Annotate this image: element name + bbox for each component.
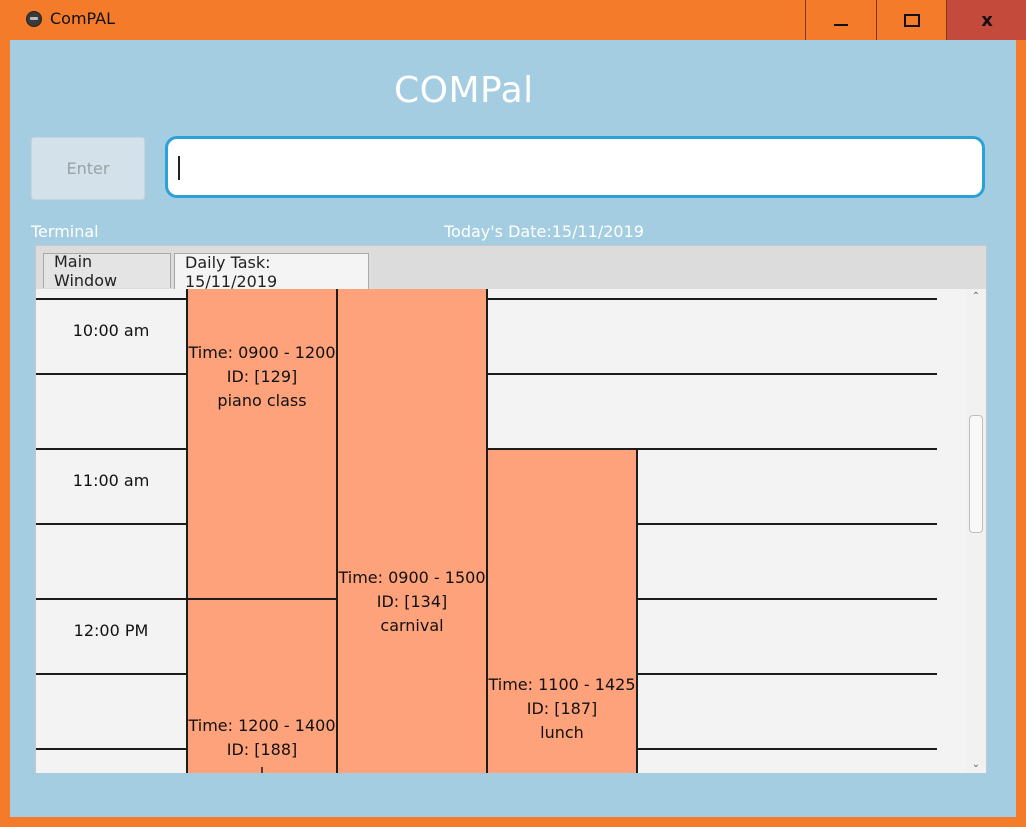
scroll-down-icon[interactable]: ⌄ <box>966 757 986 773</box>
command-input[interactable] <box>165 136 985 198</box>
vertical-scrollbar[interactable]: ⌃ ⌄ <box>966 289 986 773</box>
time-label: 10:00 am <box>72 321 150 340</box>
task-id: ID: [188] <box>226 740 298 759</box>
tab-pane: Main Window Daily Task: 15/11/2019 10:00… <box>35 245 987 773</box>
task-name: lunch <box>540 723 584 742</box>
app-heading: COMPal <box>394 70 534 111</box>
task-name: piano class <box>217 391 307 410</box>
terminal-label: Terminal <box>31 222 99 241</box>
close-button[interactable]: x <box>946 0 1026 40</box>
task-id: ID: [134] <box>376 592 448 611</box>
tab-header: Main Window Daily Task: 15/11/2019 <box>36 246 986 291</box>
maximize-icon <box>904 13 920 27</box>
window-title: ComPAL <box>50 9 116 28</box>
scroll-up-icon[interactable]: ⌃ <box>966 289 986 305</box>
title-bar: ComPAL x <box>0 0 1026 40</box>
daily-schedule[interactable]: 10:00 am 11:00 am 12:00 PM Time: 0900 - … <box>36 289 986 773</box>
minimize-button[interactable] <box>805 0 876 40</box>
text-caret <box>178 156 180 180</box>
maximize-button[interactable] <box>876 0 947 40</box>
task-time: Time: 1100 - 1425 <box>488 675 636 694</box>
enter-button[interactable]: Enter <box>31 137 145 200</box>
task-time: Time: 1200 - 1400 <box>188 716 336 735</box>
task-block[interactable]: Time: 1100 - 1425 ID: [187] lunch <box>486 448 638 773</box>
task-id: ID: [129] <box>226 367 298 386</box>
task-time: Time: 0900 - 1500 <box>338 568 486 587</box>
task-time: Time: 0900 - 1200 <box>188 343 336 362</box>
app-icon <box>26 11 42 27</box>
task-name: l <box>188 762 336 773</box>
time-label: 11:00 am <box>72 471 150 490</box>
task-block[interactable]: Time: 0900 - 1200 ID: [129] piano class <box>186 289 338 601</box>
scrollbar-thumb[interactable] <box>969 415 983 533</box>
minimize-icon <box>834 24 848 26</box>
task-name: carnival <box>380 616 444 635</box>
todays-date-label: Today's Date:15/11/2019 <box>444 222 644 241</box>
task-id: ID: [187] <box>526 699 598 718</box>
time-label: 12:00 PM <box>73 621 149 640</box>
tab-daily-task[interactable]: Daily Task: 15/11/2019 <box>174 253 369 291</box>
tab-main-window[interactable]: Main Window <box>43 252 171 290</box>
app-content: COMPal Enter Terminal Today's Date:15/11… <box>10 40 1016 817</box>
task-block[interactable]: Time: 1200 - 1400 ID: [188] l <box>186 598 338 773</box>
task-block[interactable]: Time: 0900 - 1500 ID: [134] carnival <box>336 289 488 773</box>
close-icon: x <box>981 9 993 31</box>
